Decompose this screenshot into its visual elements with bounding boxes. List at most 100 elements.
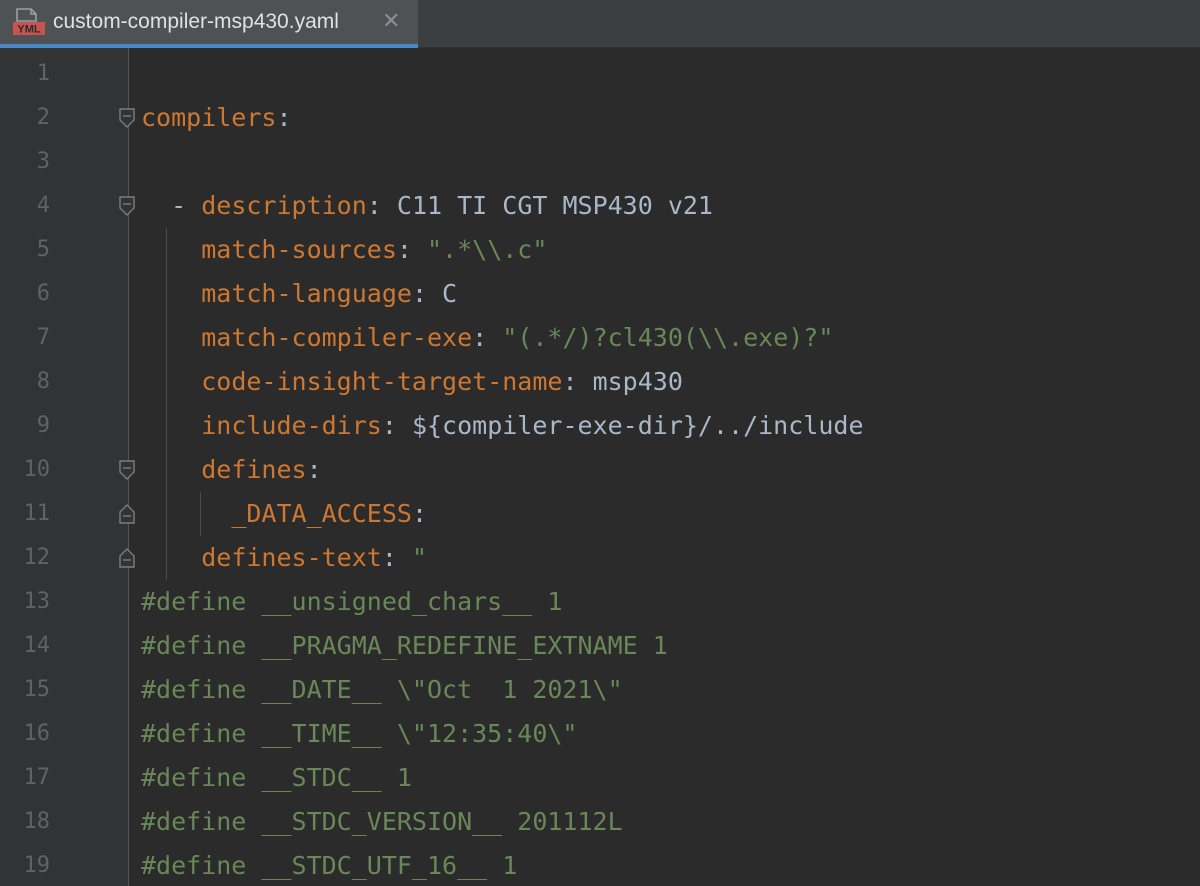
line-number: 5 (36, 237, 50, 262)
code-text: #define __STDC_VERSION__ 201112L (141, 807, 623, 837)
code-token: #define __STDC_VERSION__ 201112L (141, 807, 623, 836)
line-number: 1 (36, 61, 50, 86)
line-number: 16 (23, 721, 51, 746)
code-line[interactable]: 11 _DATA_ACCESS: (0, 492, 1200, 536)
fold-collapse-icon[interactable] (118, 107, 136, 129)
line-number: 18 (23, 809, 51, 834)
line-number: 8 (36, 369, 50, 394)
line-number: 6 (36, 281, 50, 306)
code-token: #define __PRAGMA_REDEFINE_EXTNAME 1 (141, 631, 668, 660)
code-token: #define __unsigned_chars__ 1 (141, 587, 563, 616)
code-text: compilers: (141, 103, 292, 133)
line-number: 7 (36, 325, 50, 350)
tab-custom-compiler-msp430[interactable]: YML custom-compiler-msp430.yaml ✕ (0, 0, 418, 48)
code-token: compilers (141, 103, 277, 132)
code-text: defines-text: " (141, 543, 427, 573)
code-line[interactable]: 13 #define __unsigned_chars__ 1 (0, 580, 1200, 624)
code-token: match-sources (201, 235, 397, 264)
line-number: 19 (23, 853, 51, 878)
code-line[interactable]: 12 defines-text: " (0, 536, 1200, 580)
code-line[interactable]: 4 - description: C11 TI CGT MSP430 v21 (0, 184, 1200, 228)
code-token: - (141, 191, 202, 220)
line-number: 3 (36, 149, 50, 174)
code-token: C (442, 279, 458, 308)
code-token: "(.*/)?cl430(\\.exe)?" (502, 323, 834, 352)
code-token: : (411, 499, 427, 528)
code-token: " (411, 543, 428, 572)
code-token: include-dirs (201, 411, 382, 440)
code-token: _DATA_ACCESS (231, 499, 412, 528)
code-token: #define __STDC__ 1 (141, 763, 412, 792)
code-line[interactable]: 10 defines: (0, 448, 1200, 492)
code-token: #define __DATE__ \"Oct 1 2021\" (141, 675, 623, 704)
code-token: msp430 (592, 367, 683, 396)
code-line[interactable]: 6 match-language: C (0, 272, 1200, 316)
code-token: match-compiler-exe (201, 323, 473, 352)
line-number: 11 (23, 501, 51, 526)
code-token: #define __STDC_UTF_16__ 1 (141, 851, 518, 880)
fold-collapse-icon[interactable] (118, 195, 136, 217)
code-line[interactable]: 3 (0, 140, 1200, 184)
code-token: : (396, 235, 427, 264)
code-text: #define __STDC_UTF_16__ 1 (141, 851, 517, 881)
code-editor[interactable]: 1 2 compilers: 3 4 - description: C11 TI CGT… (0, 48, 1200, 886)
line-number: 10 (23, 457, 51, 482)
code-text: #define __PRAGMA_REDEFINE_EXTNAME 1 (141, 631, 668, 661)
line-number: 2 (36, 105, 50, 130)
code-token: : (306, 455, 322, 484)
line-number: 13 (23, 589, 51, 614)
code-text: defines: (141, 455, 322, 485)
code-text: match-sources: ".*\\.c" (141, 235, 547, 265)
code-token: ${compiler-exe-dir}/../include (411, 411, 864, 440)
code-line[interactable]: 2 compilers: (0, 96, 1200, 140)
code-token: code-insight-target-name (201, 367, 563, 396)
code-token: C11 TI CGT MSP430 v21 (396, 191, 713, 220)
code-line[interactable]: 17 #define __STDC__ 1 (0, 756, 1200, 800)
code-line[interactable]: 15 #define __DATE__ \"Oct 1 2021\" (0, 668, 1200, 712)
fold-end-icon[interactable] (118, 503, 136, 525)
code-line[interactable]: 8 code-insight-target-name: msp430 (0, 360, 1200, 404)
yaml-icon-label: YML (17, 24, 41, 36)
code-text: _DATA_ACCESS: (141, 499, 427, 529)
code-token: : (411, 279, 443, 308)
code-line[interactable]: 5 match-sources: ".*\\.c" (0, 228, 1200, 272)
code-token: : (381, 543, 412, 572)
code-token: : (381, 411, 412, 440)
code-text: #define __unsigned_chars__ 1 (141, 587, 562, 617)
code-line[interactable]: 16 #define __TIME__ \"12:35:40\" (0, 712, 1200, 756)
code-line[interactable]: 14 #define __PRAGMA_REDEFINE_EXTNAME 1 (0, 624, 1200, 668)
code-token: defines (201, 455, 307, 484)
line-number: 17 (23, 765, 51, 790)
code-line[interactable]: 1 (0, 52, 1200, 96)
code-token: defines-text (201, 543, 382, 572)
code-token: : (562, 367, 593, 396)
tab-title: custom-compiler-msp430.yaml (53, 10, 339, 33)
code-text: match-compiler-exe: "(.*/)?cl430(\\.exe)… (141, 323, 833, 353)
line-number: 9 (36, 413, 50, 438)
code-token: : (472, 323, 503, 352)
close-icon[interactable]: ✕ (382, 8, 400, 36)
code-token: description (201, 191, 367, 220)
line-number: 4 (36, 193, 50, 218)
editor-tab-bar: YML custom-compiler-msp430.yaml ✕ (0, 0, 1200, 48)
code-line[interactable]: 9 include-dirs: ${compiler-exe-dir}/../i… (0, 404, 1200, 448)
code-line[interactable]: 18 #define __STDC_VERSION__ 201112L (0, 800, 1200, 844)
fold-collapse-icon[interactable] (118, 459, 136, 481)
code-line[interactable]: 19 #define __STDC_UTF_16__ 1 (0, 844, 1200, 886)
code-text: include-dirs: ${compiler-exe-dir}/../inc… (141, 411, 864, 441)
code-text: #define __DATE__ \"Oct 1 2021\" (141, 675, 623, 705)
line-number: 15 (23, 677, 51, 702)
code-text: - description: C11 TI CGT MSP430 v21 (141, 191, 713, 221)
code-text: #define __STDC__ 1 (141, 763, 412, 793)
code-line[interactable]: 7 match-compiler-exe: "(.*/)?cl430(\\.ex… (0, 316, 1200, 360)
yaml-file-icon: YML (13, 8, 45, 36)
fold-end-icon[interactable] (118, 547, 136, 569)
